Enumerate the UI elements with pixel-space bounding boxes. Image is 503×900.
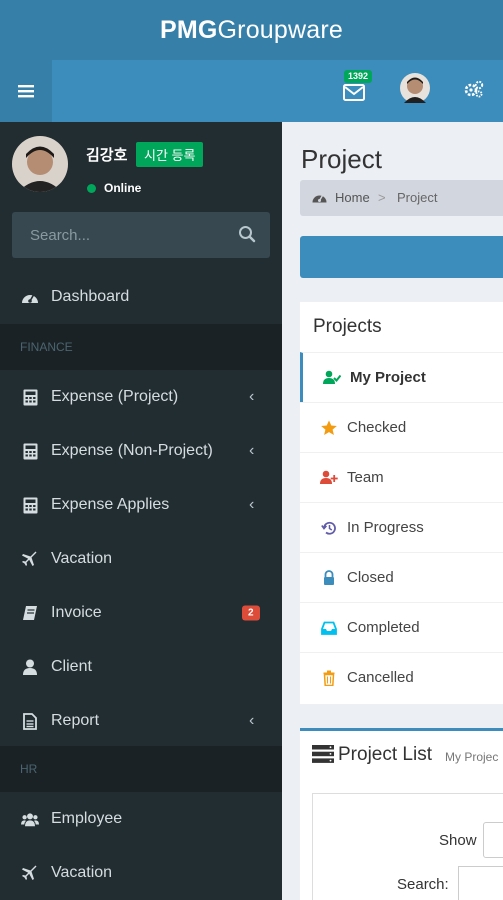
project-filter-completed[interactable]: Completed — [300, 602, 503, 652]
project-filter-label: In Progress — [347, 519, 424, 536]
sidebar-item-label: Client — [51, 658, 92, 675]
project-list-title: Project List — [338, 744, 432, 765]
sidebar-item-label: Report — [51, 712, 100, 729]
table-search-input[interactable] — [458, 866, 503, 900]
project-filter-cancelled[interactable]: Cancelled — [300, 652, 503, 702]
section-header-hr: HR — [0, 746, 282, 792]
chevron-left-icon: ‹ — [249, 712, 255, 729]
main-content: Project Home > Project Projects My Proje… — [282, 122, 503, 900]
page-title: Project — [301, 144, 382, 174]
chevron-left-icon: ‹ — [249, 442, 255, 459]
project-list-subtitle: My Projec — [445, 750, 499, 764]
project-filter-label: Completed — [347, 619, 420, 636]
user-panel: 김강호 시간 등록 Online — [0, 122, 282, 212]
envelope-icon — [343, 84, 365, 101]
sidebar-item-expense-non-project[interactable]: Expense (Non-Project) ‹ — [0, 424, 282, 478]
star-icon — [321, 420, 337, 435]
users-icon — [21, 810, 39, 828]
sidebar-toggle-button[interactable] — [0, 60, 52, 122]
plane-icon — [21, 864, 39, 882]
dashboard-icon — [21, 288, 39, 306]
project-filter-closed[interactable]: Closed — [300, 552, 503, 602]
lock-icon — [324, 570, 334, 585]
chevron-left-icon: ‹ — [249, 496, 255, 513]
book-icon — [21, 604, 39, 622]
user-icon — [21, 658, 39, 676]
sidebar-item-invoice[interactable]: Invoice 2 — [0, 586, 282, 640]
online-status-label: Online — [104, 181, 142, 195]
sidebar-item-employee[interactable]: Employee — [0, 792, 282, 846]
trash-icon — [323, 670, 335, 686]
plane-icon — [21, 550, 39, 568]
calculator-icon — [21, 496, 39, 514]
action-bar[interactable] — [300, 236, 503, 278]
breadcrumb-current: Project — [397, 190, 438, 205]
project-filter-label: Cancelled — [347, 669, 414, 686]
show-entries-select[interactable] — [483, 822, 503, 858]
table-search-label: Search: — [397, 876, 449, 893]
logo-text: Groupware — [217, 15, 344, 44]
project-filter-label: My Project — [350, 369, 426, 386]
sidebar: 김강호 시간 등록 Online Dashboard FINANCE Expen… — [0, 122, 282, 900]
calculator-icon — [21, 442, 39, 460]
sidebar-item-expense-applies[interactable]: Expense Applies ‹ — [0, 478, 282, 532]
sidebar-item-client[interactable]: Client — [0, 640, 282, 694]
user-plus-icon — [320, 470, 338, 484]
section-header-finance: FINANCE — [0, 324, 282, 370]
sidebar-item-label: Dashboard — [51, 288, 130, 305]
chevron-left-icon: ‹ — [249, 388, 255, 405]
calculator-icon — [21, 388, 39, 406]
project-filter-my-project[interactable]: My Project — [300, 352, 503, 402]
project-filter-label: Team — [347, 469, 384, 486]
sidebar-item-vacation[interactable]: Vacation — [0, 532, 282, 586]
user-check-icon — [323, 370, 341, 384]
sidebar-item-label: Expense (Project) — [51, 388, 179, 405]
hamburger-icon — [18, 85, 34, 98]
sidebar-item-label: Invoice — [51, 604, 102, 621]
user-avatar-small[interactable] — [400, 73, 430, 103]
projects-list: My Project Checked Team In Progress Clos… — [300, 352, 503, 702]
breadcrumb: Home > Project — [300, 180, 503, 216]
projects-box: Projects My Project Checked Team In Prog… — [300, 302, 503, 704]
show-entries-label: Show — [439, 832, 477, 849]
sidebar-item-dashboard[interactable]: Dashboard — [0, 270, 282, 324]
server-icon — [312, 745, 334, 763]
search-input[interactable] — [12, 212, 222, 258]
inbox-icon — [321, 621, 337, 635]
history-icon — [321, 521, 336, 535]
sidebar-item-expense-project[interactable]: Expense (Project) ‹ — [0, 370, 282, 424]
file-text-icon — [21, 712, 39, 730]
dashboard-icon — [312, 195, 327, 203]
project-filter-label: Checked — [347, 419, 407, 436]
project-list-box: Project List My Projec Show Search: — [300, 728, 503, 900]
sidebar-item-label: Vacation — [51, 864, 113, 881]
time-register-button[interactable]: 시간 등록 — [136, 142, 204, 167]
user-avatar — [12, 136, 68, 192]
search-icon[interactable] — [238, 225, 256, 243]
breadcrumb-separator: > — [378, 190, 386, 205]
projects-title: Projects — [313, 316, 382, 337]
sidebar-item-label: Expense (Non-Project) — [51, 442, 213, 459]
sidebar-item-label: Employee — [51, 810, 123, 827]
breadcrumb-home-link[interactable]: Home — [335, 190, 370, 205]
invoice-count-badge: 2 — [242, 605, 260, 621]
sidebar-item-label: Expense Applies — [51, 496, 170, 513]
project-filter-label: Closed — [347, 569, 394, 586]
project-filter-in-progress[interactable]: In Progress — [300, 502, 503, 552]
mail-count-badge: 1392 — [344, 70, 373, 83]
app-logo[interactable]: PMG Groupware — [0, 0, 503, 60]
gears-icon[interactable] — [464, 80, 484, 98]
messages-button[interactable]: 1392 — [340, 70, 373, 104]
sidebar-item-report[interactable]: Report ‹ — [0, 694, 282, 748]
logo-bold: PMG — [159, 15, 218, 44]
datatable-controls: Show Search: — [312, 793, 503, 900]
project-filter-team[interactable]: Team — [300, 452, 503, 502]
sidebar-item-label: Vacation — [51, 550, 113, 567]
sidebar-item-hr-vacation[interactable]: Vacation — [0, 846, 282, 900]
user-name: 김강호 — [86, 147, 128, 164]
sidebar-search — [12, 212, 270, 258]
online-status-icon — [87, 184, 96, 193]
project-filter-checked[interactable]: Checked — [300, 402, 503, 452]
